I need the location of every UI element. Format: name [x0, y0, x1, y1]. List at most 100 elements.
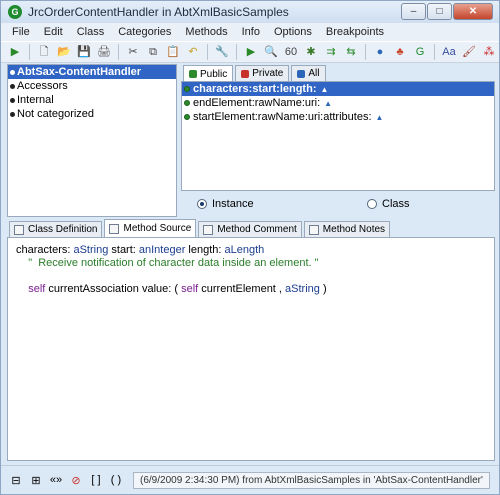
- debug-icon[interactable]: ✱: [303, 44, 319, 60]
- triangle-icon: ▲: [320, 84, 329, 94]
- class-radio[interactable]: Class: [367, 198, 410, 210]
- triangle-icon: ▲: [324, 98, 333, 108]
- save-icon[interactable]: 💾: [76, 44, 92, 60]
- category-item[interactable]: Accessors: [8, 79, 176, 93]
- code-token: aString: [285, 283, 320, 295]
- globe-icon[interactable]: ●: [372, 44, 388, 60]
- method-source-icon: [109, 223, 120, 234]
- print-icon[interactable]: 🖨: [96, 44, 112, 60]
- run-icon[interactable]: ▶: [7, 44, 23, 60]
- more-icon[interactable]: «»: [49, 473, 63, 487]
- hierarchy-icon[interactable]: ⇉: [323, 44, 339, 60]
- close-button[interactable]: ✕: [453, 3, 493, 20]
- font-icon[interactable]: Aa: [441, 44, 457, 60]
- tab-method-notes[interactable]: Method Notes: [303, 221, 391, 237]
- method-comment-icon: [203, 224, 214, 235]
- code-token: currentAssociation value: (: [45, 283, 182, 295]
- method-item[interactable]: characters:start:length: ▲: [182, 82, 494, 96]
- code-token: anInteger: [138, 244, 186, 256]
- menu-file[interactable]: File: [5, 26, 37, 38]
- tree-icon[interactable]: ♣: [392, 44, 408, 60]
- bullet-icon: [10, 111, 15, 117]
- tab-label: Class Definition: [28, 224, 98, 235]
- method-item[interactable]: startElement:rawName:uri:attributes: ▲: [182, 110, 494, 124]
- app-icon: G: [8, 5, 22, 19]
- menu-methods[interactable]: Methods: [178, 26, 234, 38]
- display-icon[interactable]: 60: [283, 44, 299, 60]
- method-list[interactable]: characters:start:length: ▲ endElement:raw…: [181, 81, 495, 191]
- stop-icon[interactable]: ⊘: [69, 473, 83, 487]
- radio-unchecked-icon: [367, 199, 377, 209]
- triangle-icon: ▲: [375, 112, 384, 122]
- category-item[interactable]: Not categorized: [8, 107, 176, 121]
- group-icon[interactable]: ⁂: [481, 44, 497, 60]
- tools-icon[interactable]: 🔧: [214, 44, 230, 60]
- code-token: ): [319, 283, 327, 295]
- parens-icon[interactable]: ( ): [109, 473, 123, 487]
- paste-icon[interactable]: 📋: [165, 44, 181, 60]
- method-label: characters:start:length:: [193, 83, 317, 95]
- private-icon: [241, 69, 250, 78]
- toolbar: ▶ 🗋 📂 💾 🖨 ✂ ⧉ 📋 ↶ 🔧 ▶ 🔍 60 ✱ ⇉ ⇆ ● ♣ G Aa 🖌 ⁂: [1, 41, 499, 63]
- title-bar[interactable]: G JrcOrderContentHandler in AbtXmlBasicS…: [1, 1, 499, 23]
- bullet-icon: [10, 69, 15, 75]
- cut-icon[interactable]: ✂: [125, 44, 141, 60]
- tab-method-source[interactable]: Method Source: [104, 219, 197, 237]
- tab-label: Method Source: [123, 223, 192, 234]
- copy-icon[interactable]: ⧉: [145, 44, 161, 60]
- menu-edit[interactable]: Edit: [37, 26, 70, 38]
- brackets-icon[interactable]: [ ]: [89, 473, 103, 487]
- class-definition-icon: [14, 224, 24, 235]
- open-icon[interactable]: 📂: [56, 44, 72, 60]
- tab-method-comment[interactable]: Method Comment: [198, 221, 302, 237]
- undo-icon[interactable]: ↶: [185, 44, 201, 60]
- maximize-button[interactable]: □: [427, 3, 452, 20]
- refresh-icon[interactable]: G: [412, 44, 428, 60]
- menu-info[interactable]: Info: [235, 26, 267, 38]
- bullet-icon: [10, 97, 15, 103]
- method-label: startElement:rawName:uri:attributes:: [193, 111, 372, 123]
- toolbar-separator: [236, 44, 237, 60]
- tab-private[interactable]: Private: [235, 65, 290, 81]
- menu-breakpoints[interactable]: Breakpoints: [319, 26, 391, 38]
- method-notes-icon: [308, 224, 319, 235]
- radio-checked-icon: [197, 199, 207, 209]
- split-vertical-icon[interactable]: ⊞: [29, 473, 43, 487]
- tab-label: Private: [252, 68, 284, 79]
- tab-class-definition[interactable]: Class Definition: [9, 221, 103, 237]
- split-horizontal-icon[interactable]: ⊟: [9, 473, 23, 487]
- execute-icon[interactable]: ▶: [243, 44, 259, 60]
- code-token: characters:: [16, 244, 74, 256]
- new-icon[interactable]: 🗋: [36, 44, 52, 60]
- code-token: self: [28, 283, 46, 295]
- category-label: Internal: [17, 94, 54, 106]
- status-text: (6/9/2009 2:34:30 PM) from AbtXmlBasicSa…: [133, 471, 490, 489]
- toolbar-separator: [207, 44, 208, 60]
- tab-all[interactable]: All: [291, 65, 326, 81]
- window-title: JrcOrderContentHandler in AbtXmlBasicSam…: [28, 5, 289, 19]
- inspect-icon[interactable]: 🔍: [263, 44, 279, 60]
- menu-categories[interactable]: Categories: [111, 26, 178, 38]
- category-item[interactable]: Internal: [8, 93, 176, 107]
- method-icon: [184, 100, 190, 106]
- references-icon[interactable]: ⇆: [343, 44, 359, 60]
- bullet-icon: [10, 83, 15, 89]
- instance-radio[interactable]: Instance: [197, 198, 254, 210]
- code-line: characters: aString start: anInteger len…: [16, 244, 486, 257]
- category-label: AbtSax-ContentHandler: [17, 66, 142, 78]
- visibility-tabs: Public Private All: [183, 65, 326, 82]
- menu-options[interactable]: Options: [267, 26, 319, 38]
- tab-public[interactable]: Public: [183, 65, 234, 82]
- method-item[interactable]: endElement:rawName:uri: ▲: [182, 96, 494, 110]
- category-list[interactable]: AbtSax-ContentHandler Accessors Internal…: [7, 64, 177, 217]
- category-item[interactable]: AbtSax-ContentHandler: [8, 65, 176, 79]
- method-source-editor[interactable]: characters: aString start: anInteger len…: [7, 237, 495, 461]
- paint-icon[interactable]: 🖌: [461, 44, 477, 60]
- menu-class[interactable]: Class: [70, 26, 112, 38]
- menu-bar: File Edit Class Categories Methods Info …: [1, 23, 499, 41]
- code-token: self: [181, 283, 199, 295]
- code-line: self currentAssociation value: ( self cu…: [16, 283, 486, 296]
- category-label: Not categorized: [17, 108, 95, 120]
- minimize-button[interactable]: –: [401, 3, 426, 20]
- toolbar-separator: [365, 44, 366, 60]
